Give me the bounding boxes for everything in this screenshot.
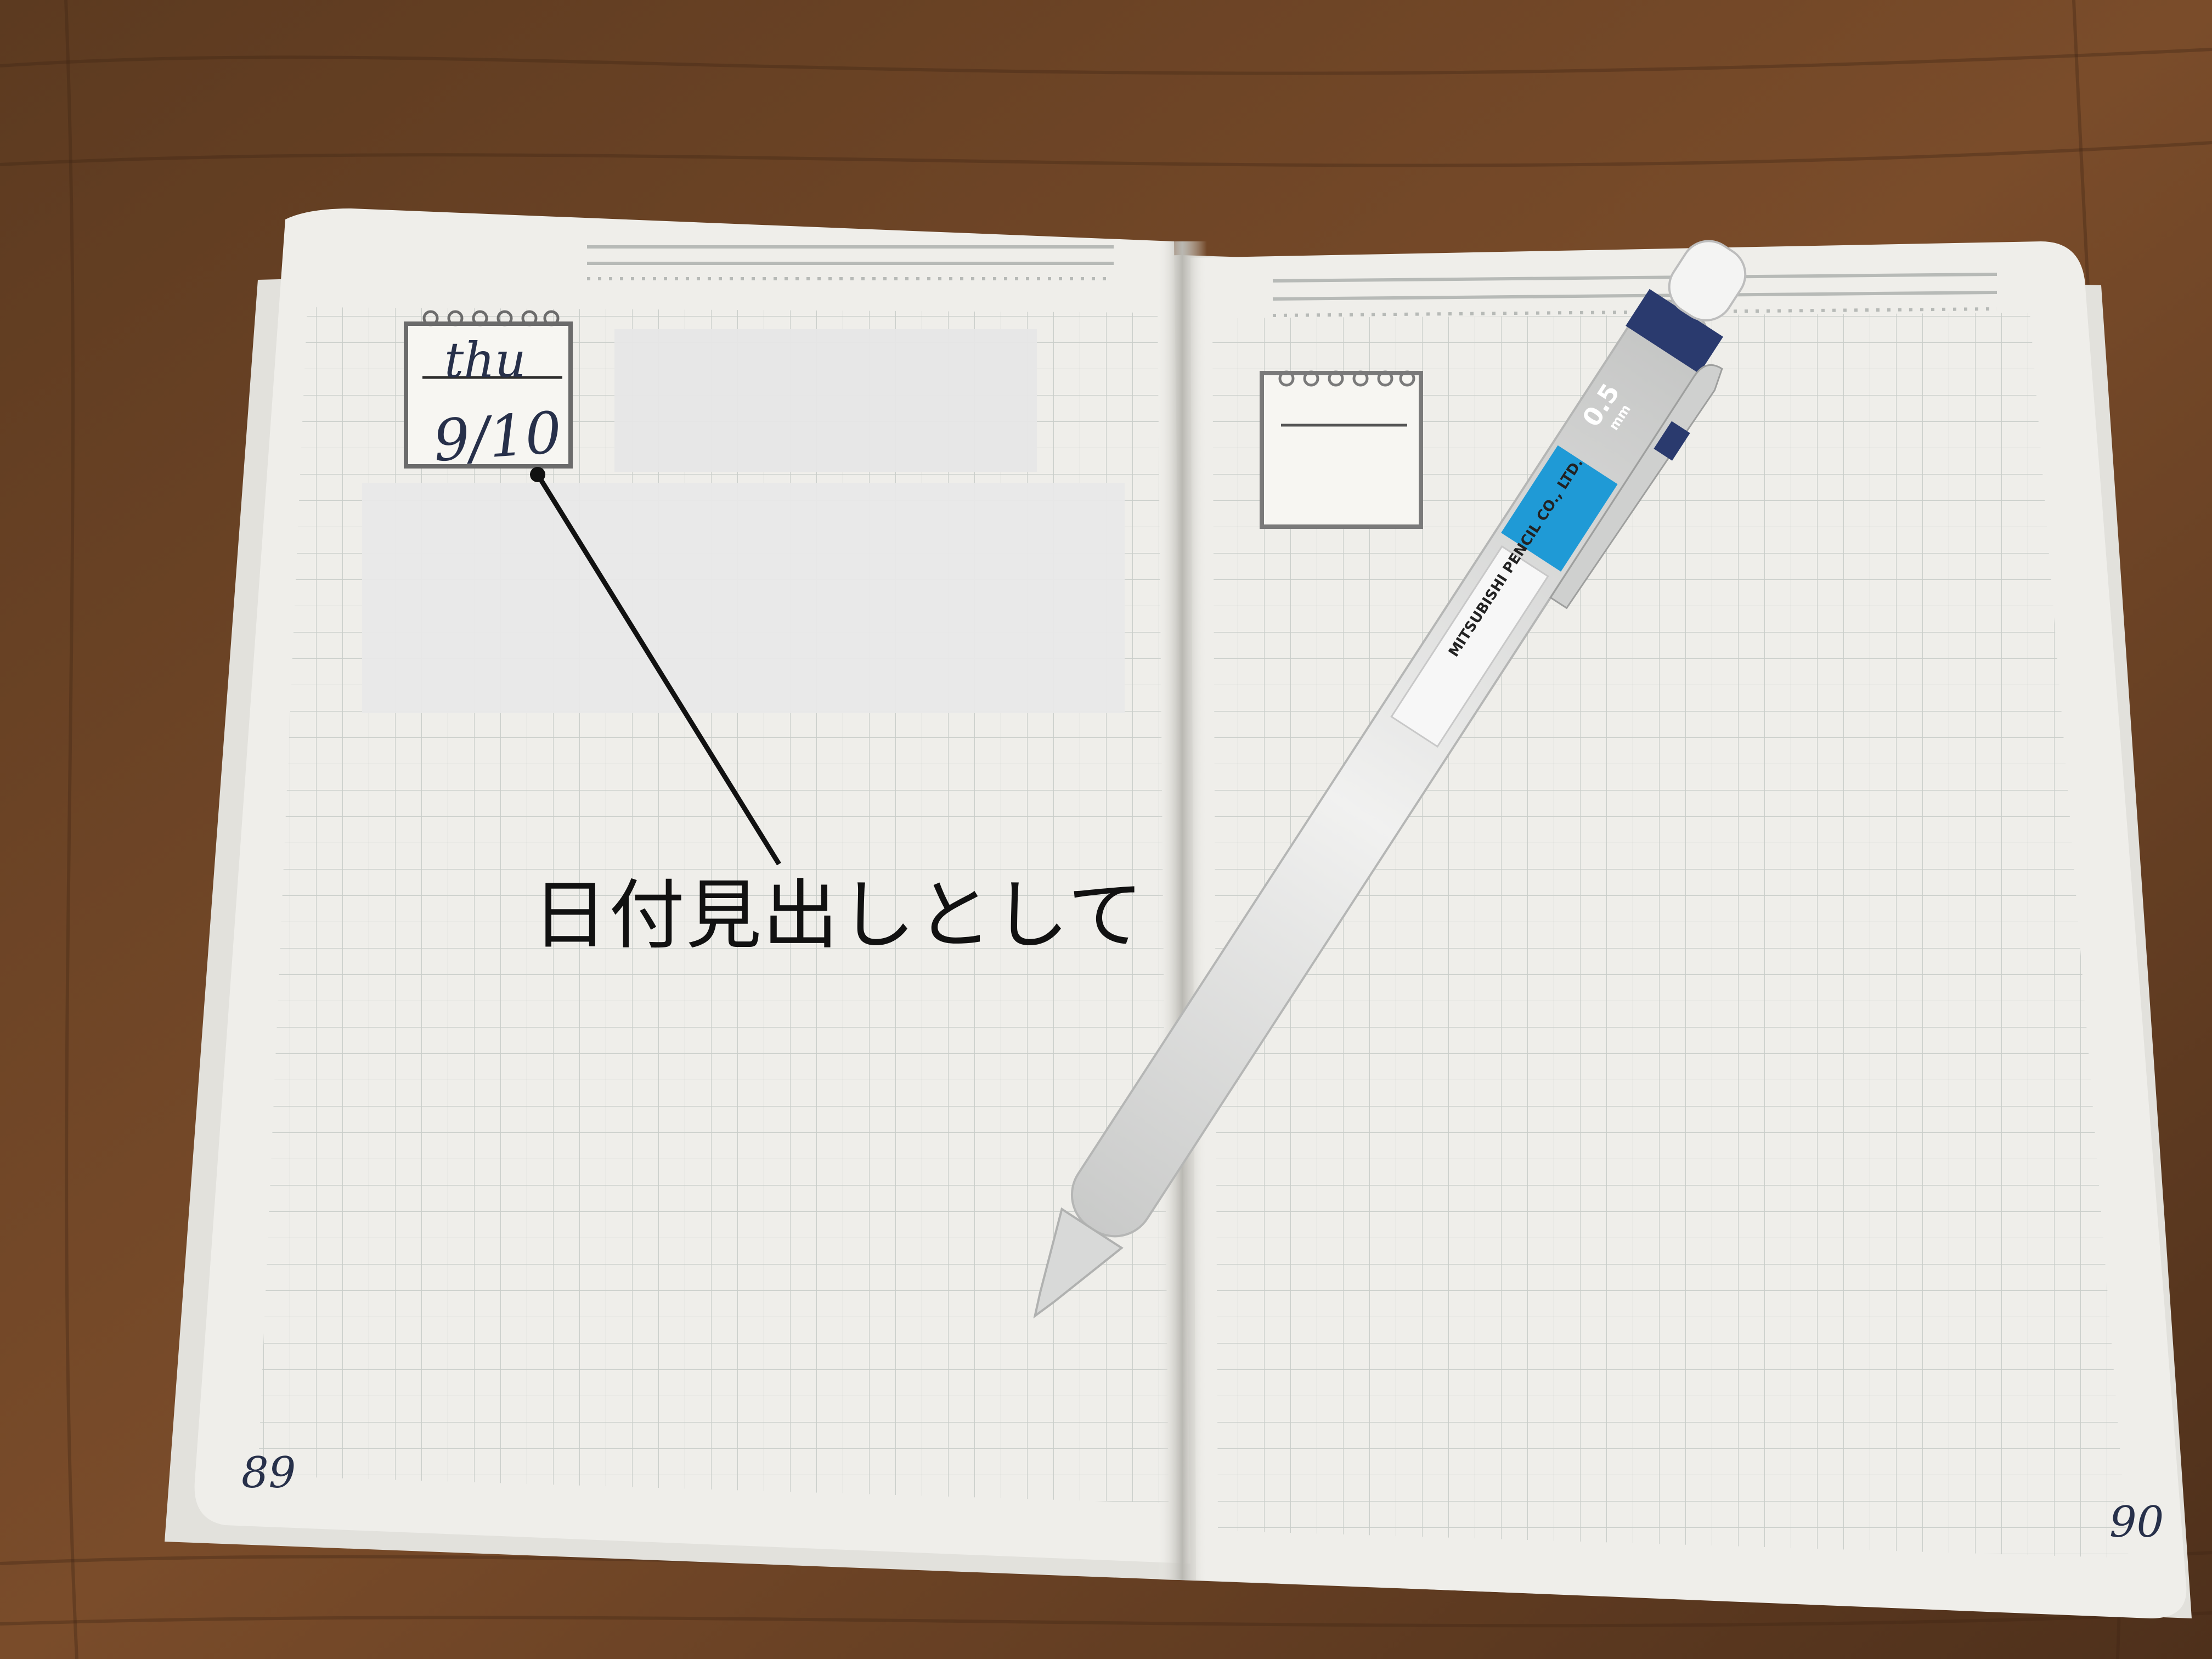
left-page-number: 89	[241, 1448, 296, 1498]
redacted-area	[362, 483, 1125, 713]
handwritten-date: 9/10	[431, 399, 564, 475]
photo-scene	[0, 0, 2212, 1659]
spiral-memo-icon	[1260, 370, 1423, 529]
handwritten-day: thu	[444, 332, 526, 388]
right-page-number: 90	[2109, 1498, 2164, 1547]
callout-caption: 日付見出しとして	[532, 871, 1144, 960]
redacted-area	[614, 329, 1037, 472]
gutter-shadow	[1158, 241, 1207, 1580]
